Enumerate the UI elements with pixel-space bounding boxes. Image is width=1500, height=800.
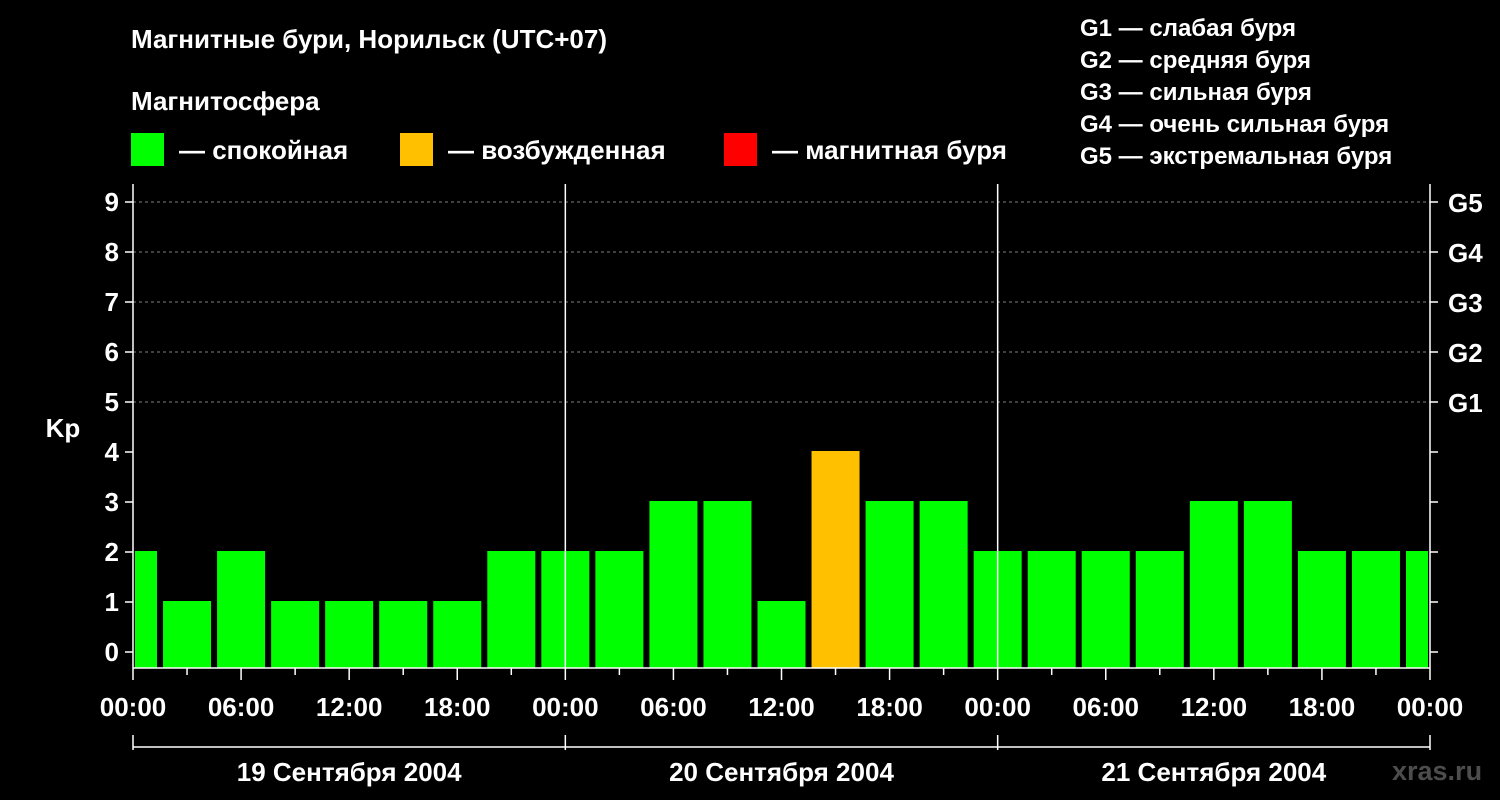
bar	[433, 601, 482, 668]
bar	[325, 601, 374, 668]
y-tick-label: 6	[105, 337, 119, 367]
x-tick-label: 18:00	[424, 692, 491, 722]
bar	[135, 551, 157, 668]
bar	[811, 451, 860, 668]
x-tick-label: 18:00	[856, 692, 923, 722]
bar	[649, 501, 698, 668]
bar	[1297, 551, 1346, 668]
x-tick-label: 00:00	[100, 692, 167, 722]
bar	[487, 551, 536, 668]
day-label: 21 Сентября 2004	[1101, 757, 1326, 787]
bar	[865, 501, 914, 668]
bar	[1081, 551, 1130, 668]
x-tick-label: 06:00	[208, 692, 275, 722]
y-tick-label: 2	[105, 537, 119, 567]
y-tick-label: 4	[105, 437, 120, 467]
x-tick-label: 12:00	[316, 692, 383, 722]
x-tick-label: 12:00	[748, 692, 815, 722]
y-tick-label: 1	[105, 587, 119, 617]
bar	[595, 551, 644, 668]
kp-chart: 0 1 2 3 4 5 6 7 8 9 G1 G2 G3 G4 G5 Kp 00:00 06:00 12:00 18:…	[46, 184, 1483, 787]
bar	[163, 601, 212, 668]
bar	[1027, 551, 1076, 668]
x-tick-label: 06:00	[1073, 692, 1140, 722]
bar	[1189, 501, 1238, 668]
bar	[271, 601, 320, 668]
bar	[1351, 551, 1400, 668]
y-tick-label: 8	[105, 237, 119, 267]
x-tick-label: 12:00	[1181, 692, 1248, 722]
g-level-label: G1	[1448, 388, 1483, 418]
x-tick-label: 00:00	[1397, 692, 1464, 722]
x-tick-label: 18:00	[1289, 692, 1356, 722]
x-tick-label: 00:00	[964, 692, 1031, 722]
y-tick-label: 3	[105, 487, 119, 517]
bar	[217, 551, 266, 668]
y-tick-label: 5	[105, 387, 119, 417]
bar	[757, 601, 806, 668]
day-label: 20 Сентября 2004	[669, 757, 894, 787]
y-tick-label: 9	[105, 187, 119, 217]
bar	[379, 601, 428, 668]
bar	[703, 501, 752, 668]
g-level-label: G3	[1448, 288, 1483, 318]
bar	[919, 501, 968, 668]
y-axis-label: Kp	[46, 413, 81, 443]
bar	[1135, 551, 1184, 668]
bar	[1243, 501, 1292, 668]
day-label: 19 Сентября 2004	[237, 757, 462, 787]
y-tick-label: 7	[105, 287, 119, 317]
g-level-label: G5	[1448, 188, 1483, 218]
watermark: xras.ru	[1392, 756, 1483, 786]
x-tick-label: 00:00	[532, 692, 599, 722]
g-level-label: G2	[1448, 338, 1483, 368]
y-tick-label: 0	[105, 637, 119, 667]
x-tick-label: 06:00	[640, 692, 707, 722]
bar	[1406, 551, 1428, 668]
g-level-label: G4	[1448, 238, 1483, 268]
